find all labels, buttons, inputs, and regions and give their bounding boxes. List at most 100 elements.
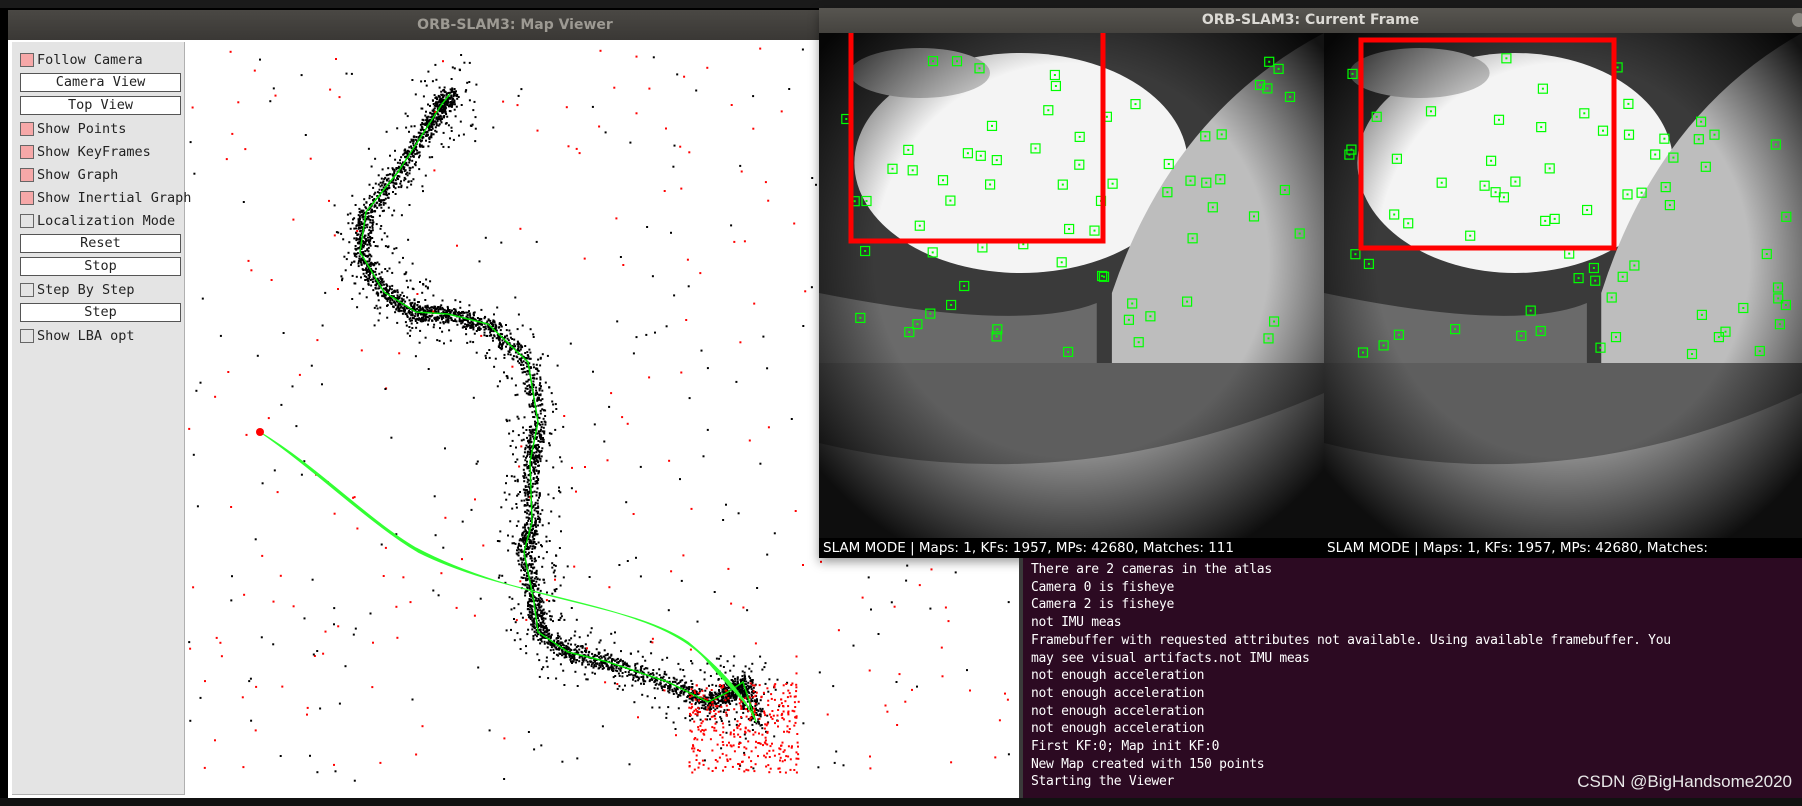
feature-point [1283,189,1286,191]
step-button[interactable]: Step [20,303,181,322]
camera-right-image [1324,33,1802,538]
current-frame-titlebar[interactable]: ORB-SLAM3: Current Frame [819,8,1802,33]
feature-point [931,251,934,254]
feature-point [1765,253,1768,255]
show-keyframes-checkbox[interactable]: Show KeyFrames [20,142,151,162]
feature-point [1672,156,1675,159]
checkbox-box[interactable] [20,145,34,159]
keyframe-trajectory [359,93,757,723]
checkbox-box[interactable] [20,283,34,297]
terminal-line: Camera 2 is fisheye [1031,597,1175,613]
feature-point [1758,350,1761,352]
feature-point [1505,57,1508,60]
feature-point [1430,110,1432,113]
feature-point [966,152,969,155]
terminal-line: not enough acceleration [1031,721,1205,737]
feature-point [1105,115,1108,118]
feature-point [956,60,958,63]
checkbox-label: Follow Camera [37,52,143,68]
camera-view-button[interactable]: Camera View [20,73,181,92]
feature-point [1697,138,1700,141]
feature-point [1494,191,1497,194]
checkbox-box[interactable] [20,168,34,182]
feature-point [1167,163,1170,165]
feature-point [1351,72,1354,75]
feature-point [859,316,862,319]
checkbox-box[interactable] [20,122,34,136]
feature-point [1440,181,1443,184]
window-close-button[interactable] [1792,13,1802,27]
watermark: CSDN @BigHandsome2020 [1577,772,1792,791]
status-text-right: SLAM MODE | Maps: 1, KFs: 1957, MPs: 426… [1327,540,1708,556]
feature-point [1691,353,1693,355]
feature-point [1785,215,1788,218]
feature-point [1640,191,1643,194]
feature-point [1191,237,1194,240]
checkbox-label: Localization Mode [37,213,176,229]
feature-point [1713,133,1716,136]
step-by-step-checkbox[interactable]: Step By Step [20,280,135,300]
stop-button[interactable]: Stop [20,257,181,276]
feature-point [1061,183,1064,186]
terminal-line: not enough acceleration [1031,668,1205,684]
checkbox-label: Show LBA opt [37,328,135,344]
checkbox-box[interactable] [20,191,34,205]
desktop-bottom-strip [0,798,1802,806]
checkbox-label: Show Graph [37,167,119,183]
checkbox-label: Show Inertial Graph [37,190,192,206]
checkbox-box[interactable] [20,214,34,228]
feature-point [1268,60,1271,63]
tracking-status-bar: SLAM MODE | Maps: 1, KFs: 1957, MPs: 426… [819,538,1802,558]
feature-point [989,183,992,186]
follow-camera-checkbox[interactable]: Follow Camera [20,50,143,70]
show-inertial-graph-checkbox[interactable]: Show Inertial Graph [20,188,191,208]
feature-point [1259,84,1261,86]
show-graph-checkbox[interactable]: Show Graph [20,165,118,185]
feature-point [1539,330,1542,332]
feature-point [1298,232,1301,235]
top-view-button[interactable]: Top View [20,96,181,115]
feature-point [1382,344,1385,347]
feature-point [1778,323,1781,326]
terminal-line: Framebuffer with requested attributes no… [1031,632,1671,648]
feature-point [1289,95,1291,98]
feature-point [1454,328,1457,331]
feature-point [1186,300,1189,303]
show-points-checkbox[interactable]: Show Points [20,119,126,139]
feature-point [1594,279,1597,282]
feature-point [991,124,993,127]
feature-point [1060,261,1063,264]
feature-point [1777,297,1780,300]
feature-point [1577,277,1580,280]
checkbox-box[interactable] [20,329,34,343]
feature-point [907,148,910,151]
localization-mode-checkbox[interactable]: Localization Mode [20,211,175,231]
terminal-output[interactable]: CSDN @BigHandsome2020 There are 2 camera… [1019,558,1802,798]
terminal-line: First KF:0; Map init KF:0 [1031,739,1220,754]
status-text-left: SLAM MODE | Maps: 1, KFs: 1957, MPs: 426… [823,540,1234,556]
feature-point [1774,143,1777,146]
feature-point [1553,217,1556,220]
feature-point [908,331,911,334]
feature-point [995,335,998,338]
reset-button[interactable]: Reset [20,234,181,253]
feature-point [942,179,944,182]
show-lba-opt-checkbox[interactable]: Show LBA opt [20,326,135,346]
feature-point [1068,228,1071,230]
camera-left-image [819,33,1324,538]
feature-point [949,199,952,202]
feature-point [1267,337,1270,340]
fisheye-vignette [819,33,1324,538]
feature-point [1626,193,1629,196]
checkbox-box[interactable] [20,53,34,67]
feature-point [1137,341,1140,344]
feature-point [1220,133,1223,136]
feature-point [1350,148,1353,151]
feature-point [1211,206,1214,209]
feature-point [981,246,984,249]
checkbox-label: Step By Step [37,282,135,298]
feature-point [1277,67,1280,70]
checkbox-label: Show Points [37,121,127,137]
feature-point [1616,66,1619,69]
feature-point [1253,215,1255,218]
